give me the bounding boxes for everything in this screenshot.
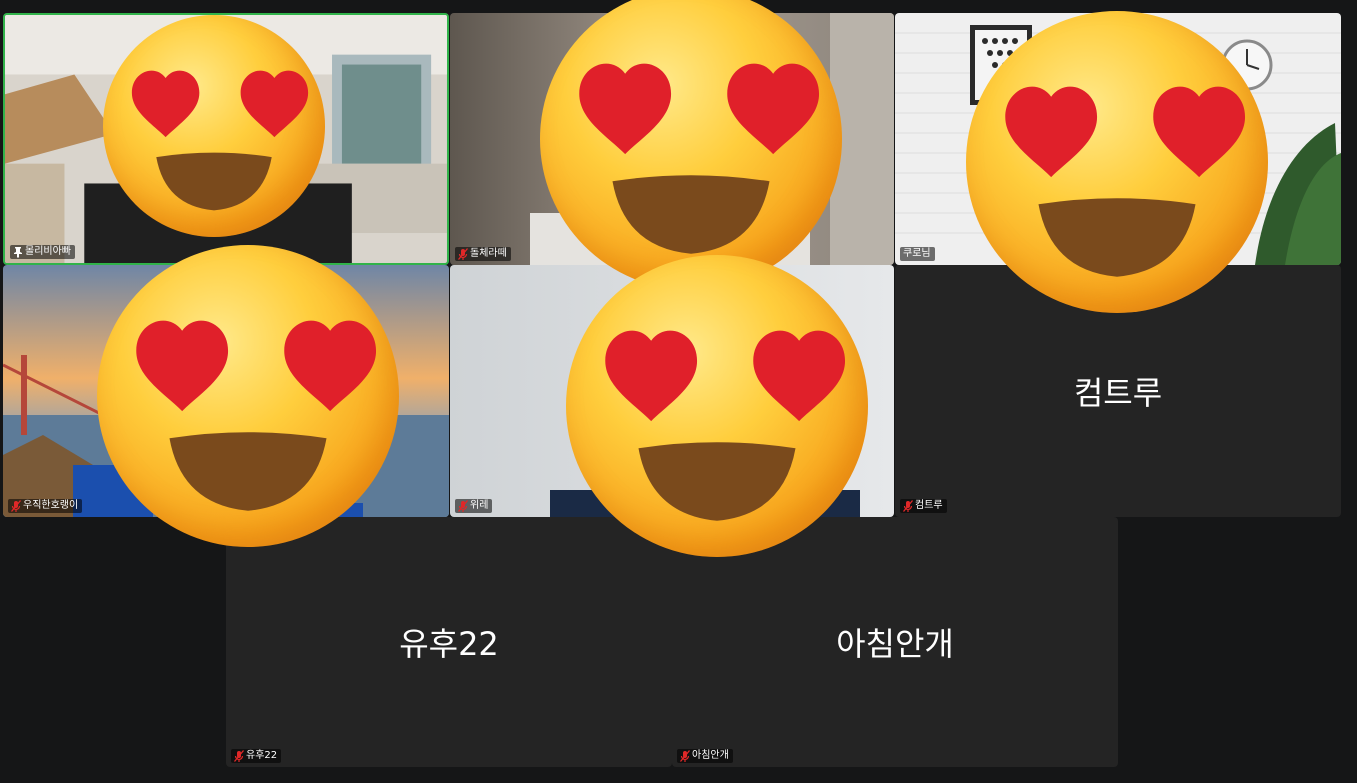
participant-name: 쿠로님 (903, 248, 931, 259)
participant-name: 몰리비아빠 (25, 246, 71, 257)
pin-icon (14, 247, 22, 258)
participant-name: 컴트루 (915, 500, 943, 511)
muted-mic-icon (11, 500, 21, 512)
heart-eyes-emoji-icon (540, 0, 842, 290)
participant-name: 돌체라떼 (470, 248, 507, 259)
muted-mic-icon (903, 500, 913, 512)
participant-name: 위레 (470, 500, 489, 511)
participant-name-tag: 아침안개 (677, 749, 733, 763)
participant-display-name: 아침안개 (836, 625, 954, 663)
participant-name-tag: 돌체라떼 (455, 247, 511, 261)
muted-mic-icon (680, 750, 690, 762)
heart-eyes-emoji-icon (966, 11, 1268, 313)
participant-name-tag: 쿠로님 (900, 247, 935, 261)
muted-mic-icon (234, 750, 244, 762)
muted-mic-icon (458, 248, 468, 260)
participant-name-tag: 몰리비아빠 (10, 245, 75, 259)
heart-eyes-emoji-icon (566, 255, 868, 557)
heart-eyes-emoji-icon (97, 245, 399, 547)
participant-display-name: 컴트루 (1073, 374, 1163, 412)
participant-name: 아침안개 (692, 750, 729, 761)
participant-name-tag: 컴트루 (900, 499, 947, 513)
participant-name-tag: 유후22 (231, 749, 282, 763)
participant-name-tag: 위레 (455, 499, 493, 513)
participant-name: 우직한호랭이 (23, 500, 79, 511)
participant-display-name: 유후22 (399, 625, 499, 663)
participant-name: 유후22 (246, 750, 278, 761)
muted-mic-icon (458, 500, 468, 512)
participant-name-tag: 우직한호랭이 (8, 499, 83, 513)
heart-eyes-emoji-icon (103, 15, 325, 237)
